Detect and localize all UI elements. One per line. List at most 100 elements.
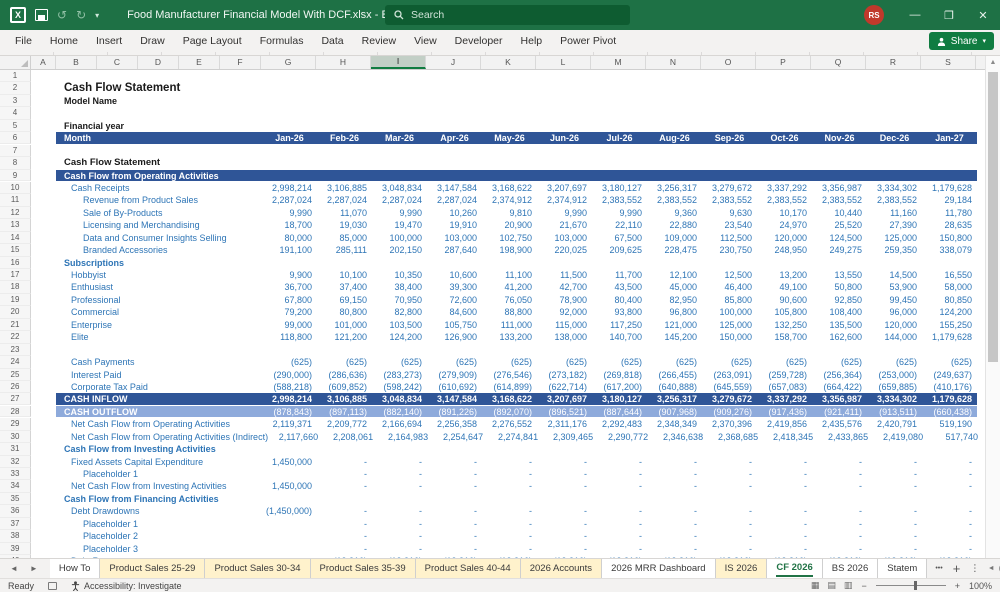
cell[interactable] — [647, 443, 702, 455]
column-header-N[interactable]: N — [646, 56, 701, 69]
cell[interactable]: 96,000 — [867, 306, 922, 318]
cell[interactable]: 28,635 — [922, 219, 977, 231]
cell[interactable]: 3,168,622 — [482, 182, 537, 194]
cell[interactable]: 1,179,628 — [922, 182, 977, 194]
cell[interactable]: (13,316) — [922, 555, 977, 558]
cell[interactable]: (588,218) — [262, 381, 317, 393]
row-number[interactable]: 11 — [0, 194, 31, 207]
cell[interactable]: 53,900 — [867, 281, 922, 293]
cell[interactable]: Jan-26 — [262, 132, 317, 144]
cell[interactable]: 99,000 — [262, 319, 317, 331]
cell[interactable] — [702, 493, 757, 505]
column-header-A[interactable]: A — [31, 56, 56, 69]
cell[interactable]: Feb-26 — [317, 132, 372, 144]
cell[interactable]: 126,900 — [427, 331, 482, 343]
cell[interactable]: 27,390 — [867, 219, 922, 231]
cell[interactable]: 2,383,552 — [592, 194, 647, 206]
row-number[interactable]: 40 — [0, 555, 31, 558]
cell[interactable]: 2,374,912 — [537, 194, 592, 206]
cell[interactable]: 2,276,552 — [482, 418, 537, 430]
horizontal-scrollbar[interactable]: ◄ ► — [988, 559, 1000, 578]
cell[interactable] — [592, 107, 647, 119]
cell[interactable]: 100,000 — [372, 232, 427, 244]
row-number[interactable]: 18 — [0, 281, 31, 294]
row-number[interactable]: 7 — [0, 144, 31, 158]
cell[interactable]: 2,383,552 — [702, 194, 757, 206]
cell[interactable]: 93,800 — [592, 306, 647, 318]
row-number[interactable]: 38 — [0, 530, 31, 543]
cell[interactable] — [757, 82, 812, 94]
cell[interactable]: (283,273) — [372, 369, 427, 381]
cell[interactable] — [647, 82, 702, 94]
cell[interactable] — [31, 107, 56, 119]
cell[interactable]: - — [537, 505, 592, 517]
cell[interactable]: 88,800 — [482, 306, 537, 318]
cell[interactable] — [372, 120, 427, 132]
row-number[interactable]: 14 — [0, 231, 31, 245]
row-number[interactable]: 33 — [0, 468, 31, 481]
cell[interactable]: (907,968) — [647, 405, 702, 418]
row-number[interactable]: 9 — [0, 169, 31, 181]
cell[interactable] — [702, 95, 757, 107]
cell[interactable] — [262, 95, 317, 107]
cell[interactable]: - — [647, 456, 702, 468]
cell[interactable]: 103,000 — [427, 232, 482, 244]
cell[interactable] — [31, 393, 56, 404]
cell[interactable]: - — [317, 456, 372, 468]
cell[interactable] — [372, 145, 427, 157]
cell[interactable] — [262, 145, 317, 157]
cell[interactable] — [31, 381, 56, 393]
cell[interactable]: 124,200 — [922, 306, 977, 318]
cell[interactable] — [262, 443, 317, 455]
cell[interactable] — [262, 530, 317, 542]
cell[interactable]: 2,287,024 — [262, 194, 317, 206]
cell[interactable]: (913,511) — [867, 405, 922, 418]
cell[interactable]: (659,885) — [867, 381, 922, 393]
cell[interactable]: - — [482, 468, 537, 480]
row-number[interactable]: 13 — [0, 219, 31, 232]
zoom-out-icon[interactable]: − — [861, 581, 866, 591]
cell[interactable] — [812, 82, 867, 94]
cell[interactable] — [427, 70, 482, 82]
cell[interactable]: Nov-26 — [812, 132, 867, 144]
cell[interactable]: 133,200 — [482, 331, 537, 343]
cell[interactable]: Jun-26 — [537, 132, 592, 144]
cell[interactable] — [757, 257, 812, 269]
cell[interactable]: - — [757, 468, 812, 480]
cell[interactable]: - — [482, 456, 537, 468]
cell[interactable] — [867, 82, 922, 94]
tab-nav-right-icon[interactable]: ► — [30, 564, 38, 573]
cell[interactable]: 36,700 — [262, 281, 317, 293]
cell[interactable]: 45,000 — [647, 281, 702, 293]
cell[interactable]: (664,422) — [812, 381, 867, 393]
cell[interactable]: (625) — [647, 356, 702, 368]
cell[interactable] — [31, 456, 56, 468]
ribbon-tab-draw[interactable]: Draw — [131, 30, 174, 52]
row-label[interactable]: Hobbyist — [56, 269, 262, 281]
sheet-tab-product-sales-35-39[interactable]: Product Sales 35-39 — [310, 559, 416, 578]
cell[interactable] — [757, 120, 812, 132]
row-label[interactable]: Commercial — [56, 306, 262, 318]
column-header-R[interactable]: R — [866, 56, 921, 69]
cell[interactable]: (290,000) — [262, 369, 317, 381]
close-button[interactable]: ✕ — [966, 0, 1000, 30]
column-header-I[interactable]: I — [371, 56, 426, 69]
sheet-tab-product-sales-25-29[interactable]: Product Sales 25-29 — [100, 559, 206, 578]
cell[interactable]: - — [922, 468, 977, 480]
cell[interactable]: 135,500 — [812, 319, 867, 331]
avatar[interactable]: RS — [864, 5, 884, 25]
cell[interactable]: (249,637) — [922, 369, 977, 381]
cell[interactable]: 145,200 — [647, 331, 702, 343]
row-number[interactable]: 21 — [0, 318, 31, 332]
cell[interactable] — [812, 70, 867, 82]
cell[interactable]: 338,079 — [922, 244, 977, 256]
cell[interactable]: (625) — [922, 356, 977, 368]
cell[interactable]: - — [867, 518, 922, 530]
cell[interactable]: 3,334,302 — [867, 393, 922, 405]
cell[interactable]: (610,692) — [427, 381, 482, 393]
cell[interactable] — [262, 257, 317, 269]
row-label[interactable]: Net Cash Flow from Operating Activities … — [56, 431, 268, 443]
cell[interactable] — [31, 157, 56, 169]
row-label[interactable]: Fixed Assets Capital Expenditure — [56, 456, 262, 468]
cell[interactable]: (1,450,000) — [262, 505, 317, 517]
